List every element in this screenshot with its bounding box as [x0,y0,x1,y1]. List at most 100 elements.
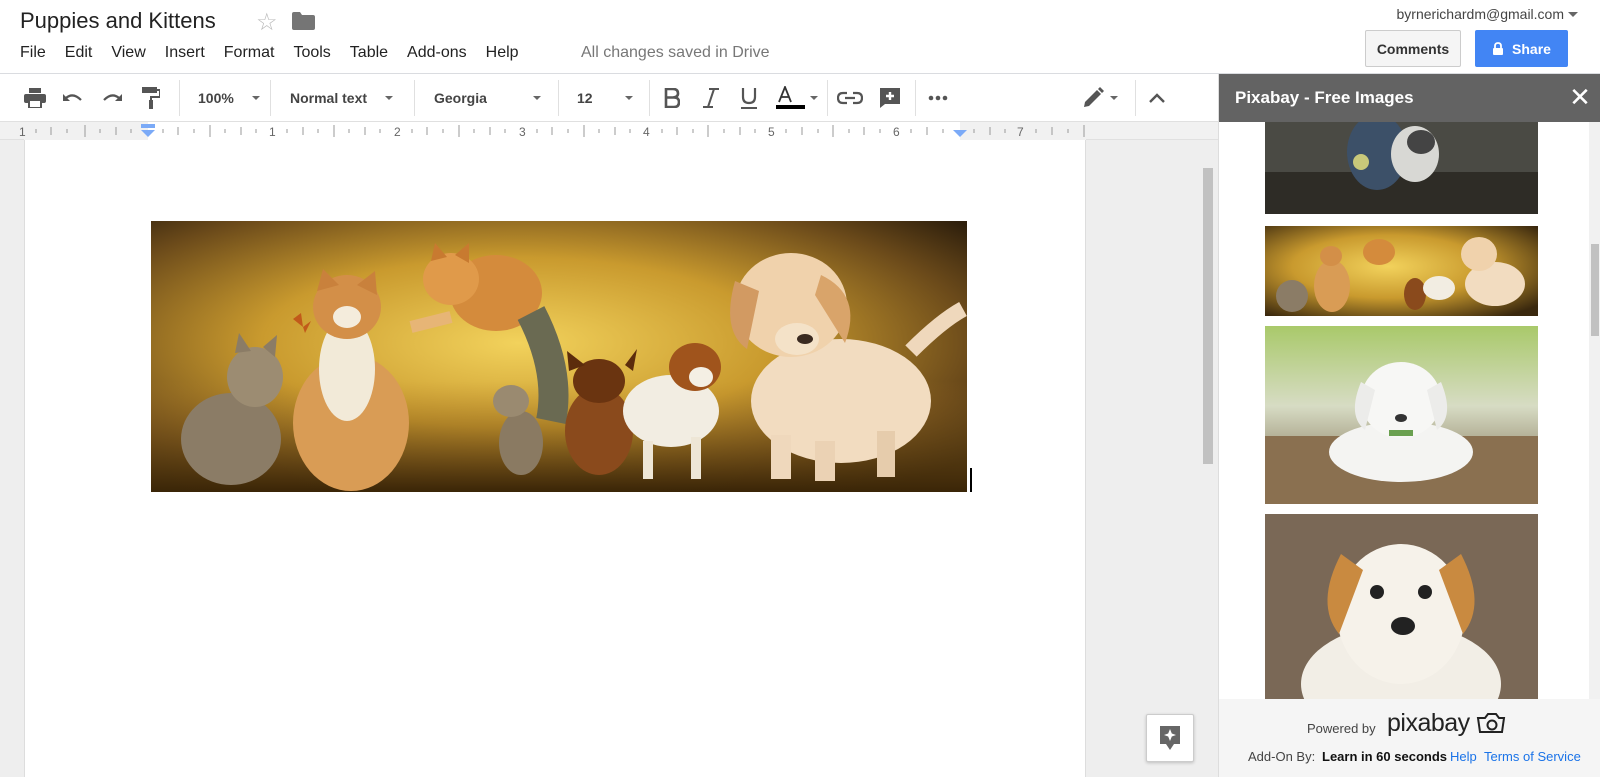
pixabay-logo[interactable]: pixabay [1387,709,1506,738]
text-color-button[interactable] [776,74,818,122]
toolbar-divider [915,80,916,116]
toolbar-divider [1135,80,1136,116]
close-icon[interactable]: ✕ [1568,84,1592,110]
menu-help[interactable]: Help [486,44,519,62]
toolbar-divider [558,80,559,116]
ruler-mark: 5 [768,125,775,139]
insert-link-button[interactable] [837,74,863,122]
toolbar-divider [827,80,828,116]
formatting-toolbar: 100% Normal text Georgia 12 [0,74,1218,122]
bold-icon [664,88,680,108]
account-dropdown-icon[interactable] [1568,12,1578,17]
font-size-select[interactable]: 12 [577,74,633,122]
menu-bar: File Edit View Insert Format Tools Table… [20,44,538,62]
document-title[interactable]: Puppies and Kittens [20,8,216,34]
italic-icon [703,88,719,108]
star-icon[interactable]: ☆ [256,8,278,37]
bold-button[interactable] [664,74,680,122]
lock-icon [1493,42,1504,55]
ruler-mark: 6 [893,125,900,139]
image-thumbnail[interactable] [1265,326,1538,504]
menu-view[interactable]: View [111,44,145,62]
zoom-value: 100% [198,90,234,106]
share-label: Share [1512,40,1551,57]
inserted-image-puppies-kittens[interactable] [151,221,967,492]
more-options-button[interactable] [928,74,948,122]
toolbar-divider [649,80,650,116]
font-value: Georgia [434,90,487,106]
underline-button[interactable] [740,74,758,122]
chevron-down-icon [251,96,260,100]
link-icon [837,91,863,105]
print-button[interactable] [24,74,46,122]
sidebar-header: Pixabay - Free Images [1219,74,1600,122]
menu-tools[interactable]: Tools [293,44,330,62]
share-button[interactable]: Share [1475,30,1568,67]
addon-by-label: Add-On By: [1248,749,1316,764]
pencil-icon [1084,87,1104,107]
menu-format[interactable]: Format [224,44,275,62]
pixabay-sidebar: Pixabay - Free Images ✕ Powered by pixab… [1218,74,1600,777]
undo-button[interactable] [62,74,84,122]
chevron-down-icon [385,96,394,100]
help-link[interactable]: Help [1450,749,1477,764]
ruler-mark: 1 [19,125,26,139]
toolbar-divider [270,80,271,116]
docs-header: Puppies and Kittens ☆ File Edit View Ins… [0,0,1600,74]
redo-button[interactable] [101,74,123,122]
ruler-graphic: 1 1 2 3 4 5 6 7 [19,122,1086,140]
toolbar-divider [414,80,415,116]
powered-by-label: Powered by [1307,721,1376,736]
text-color-icon [776,86,805,109]
terms-of-service-link[interactable]: Terms of Service [1484,749,1581,764]
style-value: Normal text [290,90,368,106]
menu-edit[interactable]: Edit [65,44,93,62]
explore-button[interactable] [1146,714,1194,762]
add-comment-button[interactable] [879,74,901,122]
paint-format-icon [142,87,160,109]
add-comment-icon [880,88,900,108]
ruler-mark: 3 [519,125,526,139]
sidebar-title: Pixabay - Free Images [1235,88,1414,107]
sidebar-scrollbar-thumb[interactable] [1591,244,1599,336]
menu-addons[interactable]: Add-ons [407,44,467,62]
chevron-down-icon [1110,96,1118,100]
zoom-select[interactable]: 100% [198,74,260,122]
editing-mode-button[interactable] [1082,74,1118,122]
account-email[interactable]: byrnerichardm@gmail.com [1397,6,1564,22]
menu-insert[interactable]: Insert [165,44,205,62]
menu-table[interactable]: Table [350,44,388,62]
style-select[interactable]: Normal text [290,74,394,122]
document-page[interactable] [24,140,1086,777]
sidebar-scrollbar[interactable] [1589,122,1600,699]
image-thumbnail[interactable] [1265,514,1538,699]
font-select[interactable]: Georgia [434,74,541,122]
more-horizontal-icon [928,95,948,101]
comments-button[interactable]: Comments [1365,30,1461,67]
first-line-indent-marker [141,124,155,128]
italic-button[interactable] [702,74,720,122]
chevron-down-icon [810,96,818,100]
menu-file[interactable]: File [20,44,46,62]
learn-in-60-seconds-logo[interactable]: Learn in 60 seconds [1322,749,1447,764]
chevron-down-icon [532,96,541,100]
undo-icon [63,94,82,101]
toolbar-divider [179,80,180,116]
document-scrollbar[interactable] [1203,168,1213,464]
collapse-menus-button[interactable] [1149,74,1165,122]
ruler-mark: 2 [394,125,401,139]
camera-icon [1476,713,1506,733]
pixabay-logo-text: pixabay [1387,709,1470,737]
image-thumbnail[interactable] [1265,226,1538,316]
image-results-list[interactable] [1219,122,1600,699]
ruler-mark: 1 [269,125,276,139]
document-canvas [0,140,1218,777]
folder-icon[interactable] [292,12,315,30]
horizontal-ruler[interactable]: 1 1 2 3 4 5 6 7 [0,122,1218,140]
image-thumbnail[interactable] [1265,122,1538,214]
underline-icon [741,88,757,109]
paint-format-button[interactable] [142,74,160,122]
sidebar-footer: Powered by pixabay Add-On By: Learn in 6… [1219,699,1600,777]
save-status[interactable]: All changes saved in Drive [581,44,770,62]
redo-icon [103,94,122,101]
